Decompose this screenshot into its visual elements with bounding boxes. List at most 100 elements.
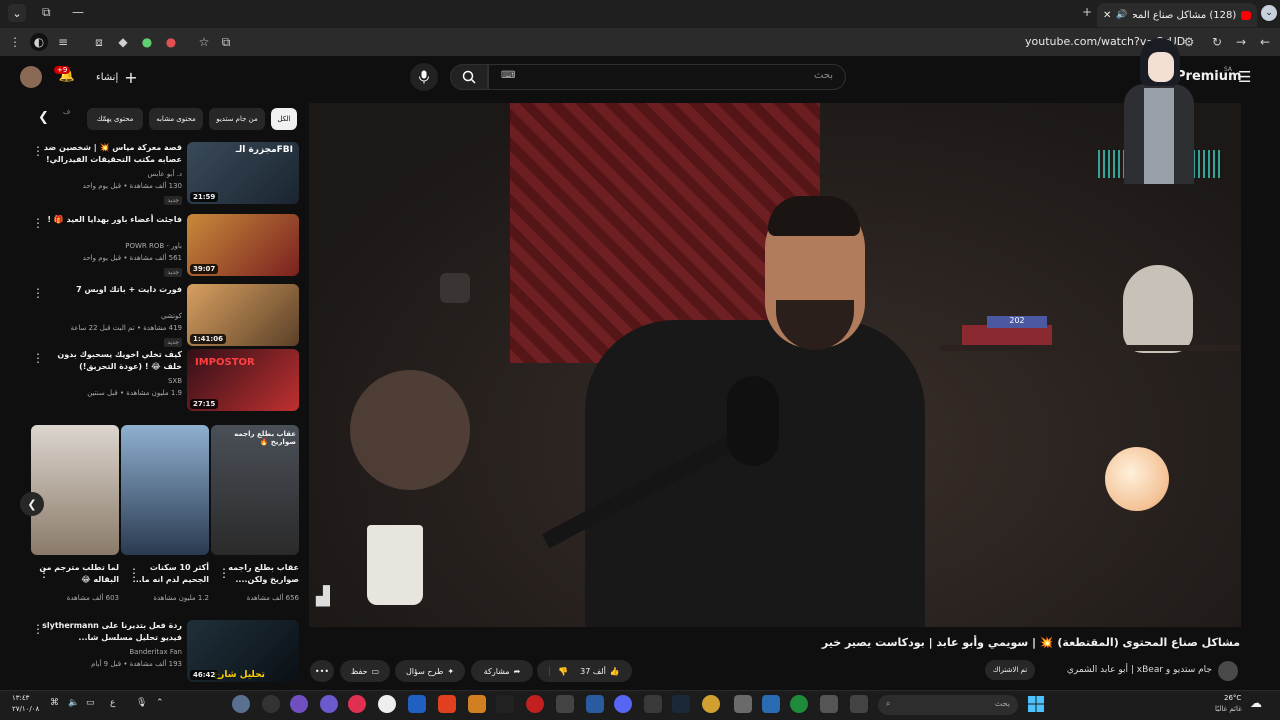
widgets-icon[interactable] bbox=[820, 695, 838, 713]
share-button[interactable]: مشاركة ➦ bbox=[471, 660, 533, 682]
app-purple-icon[interactable] bbox=[320, 695, 338, 713]
restore-window-icon[interactable]: ⧉ bbox=[42, 5, 51, 20]
clock-date[interactable]: ٢٧/١٠/٠٨ bbox=[12, 705, 39, 713]
extension-red-icon[interactable]: ● bbox=[162, 33, 180, 51]
file-explorer-icon[interactable] bbox=[734, 695, 752, 713]
microphone-tray-icon[interactable]: 🎙 bbox=[136, 698, 147, 708]
office-icon[interactable] bbox=[438, 695, 456, 713]
clock-time[interactable]: ١٣:٤٣ bbox=[12, 694, 29, 702]
channel-name[interactable]: د. أبو عابس bbox=[42, 170, 182, 178]
audio-icon[interactable]: 🔊 bbox=[1116, 10, 1127, 20]
battery-icon[interactable]: ▭ bbox=[86, 698, 95, 708]
chrome-browser-icon[interactable] bbox=[702, 695, 720, 713]
save-button[interactable]: حفظ ▭ bbox=[340, 660, 390, 682]
taskbar-search-input[interactable]: بحث ⌕ bbox=[878, 695, 1018, 715]
hamburger-menu-icon[interactable]: ☰ bbox=[1238, 68, 1251, 86]
chrome-active-icon[interactable] bbox=[790, 695, 808, 713]
more-options-icon[interactable]: ⋮ bbox=[128, 566, 140, 580]
like-count[interactable]: 37 ألف bbox=[580, 667, 606, 676]
list-item[interactable]: 39:07 فاجئت أعضاء باور بهدايا العيد 🎁 ! … bbox=[0, 214, 302, 278]
extension-green-icon[interactable]: ● bbox=[138, 33, 156, 51]
more-options-icon[interactable]: ⋮ bbox=[32, 622, 44, 636]
share-page-icon[interactable]: ⧉ bbox=[217, 33, 235, 51]
mail-icon[interactable] bbox=[586, 695, 604, 713]
app-blue-icon[interactable] bbox=[408, 695, 426, 713]
notepad-icon[interactable] bbox=[556, 695, 574, 713]
chip-partial[interactable]: ف bbox=[63, 108, 70, 116]
tray-overflow-icon[interactable]: ⌃ bbox=[156, 698, 164, 708]
browser-tab-active[interactable]: (128) مشاكل صناع المحتوى ( 🔊 ✕ bbox=[1097, 3, 1257, 27]
channel-avatar[interactable] bbox=[1218, 661, 1238, 681]
list-item[interactable]: IMPOSTOR 27:15 كيف تخلي اخويك يسحبوك بدو… bbox=[0, 349, 302, 413]
app-violet-icon[interactable] bbox=[290, 695, 308, 713]
minimize-window-icon[interactable]: — bbox=[72, 5, 84, 19]
channel-name[interactable]: SXB bbox=[42, 377, 182, 385]
account-avatar[interactable] bbox=[20, 66, 42, 88]
weather-temperature[interactable]: 26°C bbox=[1224, 694, 1241, 702]
profile-menu-icon[interactable]: ⌄ bbox=[1261, 5, 1277, 21]
steam-icon[interactable] bbox=[672, 695, 690, 713]
new-tab-icon[interactable]: + bbox=[1082, 5, 1092, 19]
language-indicator[interactable]: ع bbox=[110, 698, 115, 708]
chip-relevant[interactable]: محتوى يهمّك bbox=[87, 108, 143, 130]
more-options-icon[interactable]: ⋮ bbox=[32, 144, 44, 158]
extension-ghost-icon[interactable]: ◐ bbox=[30, 33, 48, 51]
more-actions-button[interactable]: ••• bbox=[310, 660, 334, 682]
network-icon[interactable]: ⌘ bbox=[50, 698, 59, 708]
chip-similar[interactable]: محتوى مشابه bbox=[149, 108, 203, 130]
chip-from-channel[interactable]: من جام ستديو bbox=[209, 108, 265, 130]
app-red-icon[interactable] bbox=[526, 695, 544, 713]
channel-name[interactable]: جام ستديو و xBear | أبو عابد الشمري bbox=[860, 665, 1212, 675]
extension-diamond-icon[interactable]: ◆ bbox=[114, 33, 132, 51]
more-options-icon[interactable]: ⋮ bbox=[32, 216, 44, 230]
short-thumbnail[interactable] bbox=[31, 425, 119, 555]
extension-lines-icon[interactable]: ≡ bbox=[54, 33, 72, 51]
forward-icon[interactable]: → bbox=[1232, 33, 1250, 51]
bookmark-star-icon[interactable]: ☆ bbox=[195, 33, 213, 51]
channel-name[interactable]: باور - POWR ROB bbox=[42, 242, 182, 250]
edge-browser-icon[interactable] bbox=[762, 695, 780, 713]
site-settings-icon[interactable]: ⚙ bbox=[1180, 33, 1198, 51]
app-white-icon[interactable] bbox=[378, 695, 396, 713]
list-item[interactable]: تحليل شارع 46:42 ردة فعل بتديرنا على sly… bbox=[0, 620, 302, 684]
channel-name[interactable]: كوتشي bbox=[42, 312, 182, 320]
more-options-icon[interactable]: ⋮ bbox=[218, 566, 230, 580]
voice-search-button[interactable] bbox=[410, 63, 438, 91]
chip-all[interactable]: الكل bbox=[271, 108, 297, 130]
app-gear-icon[interactable] bbox=[262, 695, 280, 713]
tab-search-icon[interactable]: ⌄ bbox=[8, 4, 26, 22]
keyboard-icon[interactable]: ⌨ bbox=[501, 70, 515, 81]
app-orange-icon[interactable] bbox=[468, 695, 486, 713]
list-item[interactable]: مجزرة الـFBI 21:59 قصة معركة مياس 💥 | شخ… bbox=[0, 142, 302, 206]
ask-button[interactable]: طرح سؤال ✦ bbox=[395, 660, 465, 682]
more-options-icon[interactable]: ⋮ bbox=[32, 286, 44, 300]
short-thumbnail[interactable] bbox=[121, 425, 209, 555]
back-icon[interactable]: ← bbox=[1256, 33, 1274, 51]
channel-name[interactable]: Banderitax Fan bbox=[42, 648, 182, 656]
short-thumbnail[interactable]: عقاب بطلع راجمه صواريخ 🔥 bbox=[211, 425, 299, 555]
reload-icon[interactable]: ↻ bbox=[1208, 33, 1226, 51]
list-item[interactable]: 1:41:06 فورت دايت + باتك اوبس 7 كوتشي 41… bbox=[0, 284, 302, 348]
extensions-puzzle-icon[interactable]: ⧈ bbox=[90, 33, 108, 51]
search-input[interactable]: بحث ⌨ bbox=[488, 64, 846, 90]
more-options-icon[interactable]: ⋮ bbox=[38, 566, 50, 580]
chips-next-arrow-icon[interactable]: ❮ bbox=[38, 110, 49, 125]
app-icon[interactable] bbox=[644, 695, 662, 713]
more-options-icon[interactable]: ⋮ bbox=[32, 351, 44, 365]
shorts-prev-arrow-icon[interactable]: ❮ bbox=[20, 492, 44, 516]
volume-icon[interactable]: 🔈 bbox=[68, 698, 79, 708]
like-icon[interactable]: 👍 bbox=[610, 667, 620, 676]
task-view-icon[interactable] bbox=[850, 695, 868, 713]
browser-menu-icon[interactable]: ⋮ bbox=[6, 33, 24, 51]
create-button[interactable]: إنشاء + bbox=[96, 68, 138, 87]
weather-cloud-icon[interactable]: ☁ bbox=[1250, 696, 1262, 710]
close-tab-icon[interactable]: ✕ bbox=[1103, 10, 1111, 21]
discord-icon[interactable] bbox=[614, 695, 632, 713]
subscribed-button[interactable]: تم الاشتراك bbox=[985, 660, 1035, 680]
app-pink-icon[interactable] bbox=[348, 695, 366, 713]
channel-watermark-icon[interactable]: ▟ bbox=[316, 586, 330, 607]
epic-games-icon[interactable] bbox=[496, 695, 514, 713]
search-button[interactable] bbox=[450, 64, 488, 90]
settings-icon[interactable] bbox=[232, 695, 250, 713]
dislike-icon[interactable]: 👎 bbox=[549, 666, 576, 676]
